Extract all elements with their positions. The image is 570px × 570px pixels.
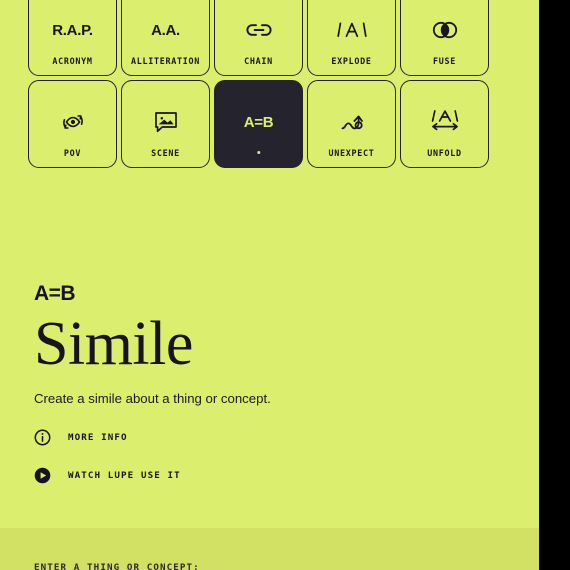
rap-glyph: R.A.P. [52,21,93,39]
input-prompt-label: ENTER A THING OR CONCEPT: [34,562,200,570]
tile-label: FUSE [433,56,456,66]
mode-tile-grid: R.A.P. ACRONYM A.A. ALLITERATION CHAIN E… [28,0,490,168]
mode-detail-panel: A=B Simile Create a simile about a thing… [34,283,504,484]
selected-indicator-dot [256,150,261,154]
watch-demo-link[interactable]: WATCH LUPE USE IT [34,467,504,484]
more-info-link[interactable]: MORE INFO [34,429,504,446]
tile-label: UNFOLD [427,148,462,158]
tile-unexpect[interactable]: UNEXPECT [307,80,396,168]
tile-fuse[interactable]: FUSE [400,0,489,76]
rap-text-icon: R.A.P. [29,8,116,52]
tile-label: EXPLODE [331,56,372,66]
a-equals-b-glyph: A=B [243,113,274,131]
detail-eyebrow: A=B [34,282,76,305]
tile-acronym[interactable]: R.A.P. ACRONYM [28,0,117,76]
tile-scene[interactable]: SCENE [121,80,210,168]
tile-label: CHAIN [244,56,273,66]
rotating-eye-icon [29,100,116,144]
tile-alliteration[interactable]: A.A. ALLITERATION [121,0,210,76]
aa-glyph: A.A. [151,21,180,39]
tile-label: SCENE [151,148,180,158]
explode-letter-a-icon [308,8,395,52]
tile-label: UNEXPECT [328,148,375,158]
tile-label: POV [63,148,82,158]
play-circle-icon [34,467,51,484]
tile-label: ALLITERATION [131,56,200,66]
more-info-label: MORE INFO [68,432,128,444]
tile-simile[interactable]: A=B [214,80,303,168]
tile-explode[interactable]: EXPLODE [307,0,396,76]
squiggly-arrow-icon [308,100,395,144]
tile-pov[interactable]: POV [28,80,117,168]
link-chain-icon [215,8,302,52]
watch-demo-label: WATCH LUPE USE IT [68,470,181,482]
aa-text-icon: A.A. [122,8,209,52]
unfold-letter-a-icon [401,100,488,144]
input-panel: ENTER A THING OR CONCEPT: [0,528,539,570]
page-title: Simile [34,310,193,378]
detail-description: Create a simile about a thing or concept… [34,391,271,407]
venn-circles-icon [401,8,488,52]
tile-unfold[interactable]: UNFOLD [400,80,489,168]
info-circle-icon [34,429,51,446]
a-equals-b-icon: A=B [215,100,302,144]
picture-bubble-icon [122,100,209,144]
tile-label: ACRONYM [52,56,93,66]
app-root: R.A.P. ACRONYM A.A. ALLITERATION CHAIN E… [0,0,539,570]
tile-chain[interactable]: CHAIN [214,0,303,76]
